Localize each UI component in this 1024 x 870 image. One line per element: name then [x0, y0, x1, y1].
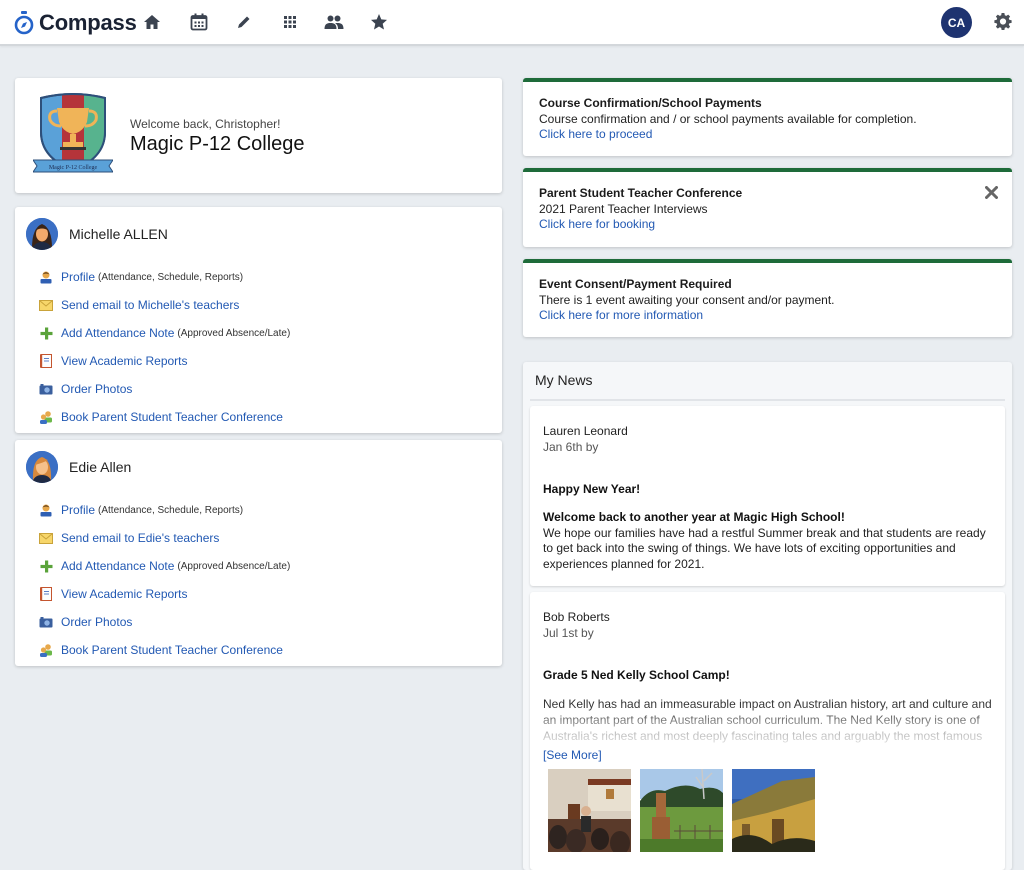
student-avatar[interactable] [26, 451, 58, 483]
landscape-chimney-photo[interactable] [640, 769, 723, 852]
classroom-photo[interactable] [548, 769, 631, 852]
student-actions: Profile (Attendance, Schedule, Reports) S… [39, 496, 290, 664]
people-icon[interactable] [324, 12, 344, 32]
reports-link[interactable]: View Academic Reports [61, 354, 188, 368]
profile-sub: (Attendance, Schedule, Reports) [98, 504, 244, 516]
conference-icon [39, 410, 53, 424]
alert-title: Course Confirmation/School Payments [539, 96, 762, 110]
news-title: Happy New Year! [543, 482, 641, 496]
book-conference-link[interactable]: Book Parent Student Teacher Conference [61, 643, 283, 657]
news-author: Lauren Leonard [543, 424, 628, 438]
user-initials: CA [947, 15, 966, 30]
action-email[interactable]: Send email to Michelle's teachers [39, 291, 290, 319]
welcome-message: Welcome back, Christopher! [130, 117, 281, 131]
compass-logo[interactable]: Compass [14, 9, 137, 37]
school-name: Magic P-12 College [130, 133, 305, 155]
conference-icon [39, 643, 53, 657]
profile-link[interactable]: Profile [61, 503, 95, 517]
email-icon [39, 531, 53, 545]
alert-text: There is 1 event awaiting your consent a… [539, 292, 835, 307]
action-attendance-note[interactable]: Add Attendance Note (Approved Absence/Lat… [39, 552, 290, 580]
student-card: Michelle ALLEN Profile (Attendance, Sched… [15, 207, 502, 433]
action-reports[interactable]: View Academic Reports [39, 580, 290, 608]
book-conference-link[interactable]: Book Parent Student Teacher Conference [61, 410, 283, 424]
news-body: Welcome back to another year at Magic Hi… [543, 510, 998, 572]
action-email[interactable]: Send email to Edie's teachers [39, 524, 290, 552]
alert-text: Course confirmation and / or school paym… [539, 111, 917, 126]
old-hut-photo[interactable] [732, 769, 815, 852]
top-navbar: Compass CA [0, 0, 1024, 46]
alert-card: Parent Student Teacher Conference 2021 P… [523, 168, 1012, 247]
pencil-icon[interactable] [234, 12, 254, 32]
profile-icon [39, 270, 53, 284]
action-profile[interactable]: Profile (Attendance, Schedule, Reports) [39, 263, 290, 291]
compass-logo-icon [14, 11, 34, 35]
gear-icon[interactable] [994, 12, 1014, 32]
student-card: Edie Allen Profile (Attendance, Schedule,… [15, 440, 502, 666]
news-item: Bob Roberts Jul 1st by Grade 5 Ned Kelly… [530, 592, 1005, 870]
camera-icon [39, 615, 53, 629]
email-icon [39, 298, 53, 312]
user-avatar[interactable]: CA [941, 7, 972, 38]
news-title: Grade 5 Ned Kelly School Camp! [543, 668, 730, 682]
star-icon[interactable] [369, 12, 389, 32]
attendance-note-link[interactable]: Add Attendance Note [61, 559, 174, 573]
alert-title: Parent Student Teacher Conference [539, 186, 743, 200]
see-more-link[interactable]: [See More] [543, 748, 602, 762]
news-date: Jul 1st by [543, 626, 594, 640]
order-photos-link[interactable]: Order Photos [61, 615, 132, 629]
action-order-photos[interactable]: Order Photos [39, 608, 290, 636]
news-heading: My News [535, 372, 593, 388]
brand-name: Compass [39, 10, 137, 35]
news-item: Lauren Leonard Jan 6th by Happy New Year… [530, 406, 1005, 586]
school-crest-logo: Magic P-12 College [33, 93, 113, 173]
apps-grid-icon[interactable] [280, 12, 300, 32]
profile-icon [39, 503, 53, 517]
action-book-conference[interactable]: Book Parent Student Teacher Conference [39, 403, 290, 431]
alert-link[interactable]: Click here for booking [539, 217, 655, 231]
home-icon[interactable] [142, 12, 162, 32]
news-author: Bob Roberts [543, 610, 610, 624]
student-avatar[interactable] [26, 218, 58, 250]
news-body-text: We hope our families have had a restful … [543, 525, 986, 571]
action-attendance-note[interactable]: Add Attendance Note (Approved Absence/Lat… [39, 319, 290, 347]
news-photos [548, 769, 815, 852]
alert-card: Event Consent/Payment Required There is … [523, 259, 1012, 337]
report-icon [39, 354, 53, 368]
alert-link[interactable]: Click here for more information [539, 308, 703, 322]
report-icon [39, 587, 53, 601]
order-photos-link[interactable]: Order Photos [61, 382, 132, 396]
reports-link[interactable]: View Academic Reports [61, 587, 188, 601]
email-link[interactable]: Send email to Edie's teachers [61, 531, 219, 545]
my-news-panel: My News Lauren Leonard Jan 6th by Happy … [523, 362, 1012, 870]
news-divider [530, 399, 1005, 401]
action-profile[interactable]: Profile (Attendance, Schedule, Reports) [39, 496, 290, 524]
alert-text: 2021 Parent Teacher Interviews [539, 201, 708, 216]
attendance-note-sub: (Approved Absence/Late) [177, 560, 291, 572]
alert-title: Event Consent/Payment Required [539, 277, 732, 291]
alert-card: Course Confirmation/School Payments Cour… [523, 78, 1012, 156]
student-actions: Profile (Attendance, Schedule, Reports) S… [39, 263, 290, 431]
attendance-note-link[interactable]: Add Attendance Note [61, 326, 174, 340]
student-name: Michelle ALLEN [69, 226, 168, 242]
action-reports[interactable]: View Academic Reports [39, 347, 290, 375]
email-link[interactable]: Send email to Michelle's teachers [61, 298, 239, 312]
profile-link[interactable]: Profile [61, 270, 95, 284]
plus-icon [39, 326, 53, 340]
calendar-icon[interactable] [189, 12, 209, 32]
news-body-text: Ned Kelly has had an immeasurable impact… [543, 696, 998, 744]
student-name: Edie Allen [69, 459, 132, 475]
action-book-conference[interactable]: Book Parent Student Teacher Conference [39, 636, 290, 664]
attendance-note-sub: (Approved Absence/Late) [177, 327, 291, 339]
crest-ribbon-text: Magic P-12 College [49, 165, 98, 171]
news-date: Jan 6th by [543, 440, 599, 454]
action-order-photos[interactable]: Order Photos [39, 375, 290, 403]
close-icon[interactable] [984, 186, 998, 200]
school-welcome-card: Magic P-12 College Welcome back, Christo… [15, 78, 502, 193]
alert-link[interactable]: Click here to proceed [539, 127, 652, 141]
camera-icon [39, 382, 53, 396]
profile-sub: (Attendance, Schedule, Reports) [98, 271, 244, 283]
news-body-lead: Welcome back to another year at Magic Hi… [543, 510, 845, 524]
plus-icon [39, 559, 53, 573]
